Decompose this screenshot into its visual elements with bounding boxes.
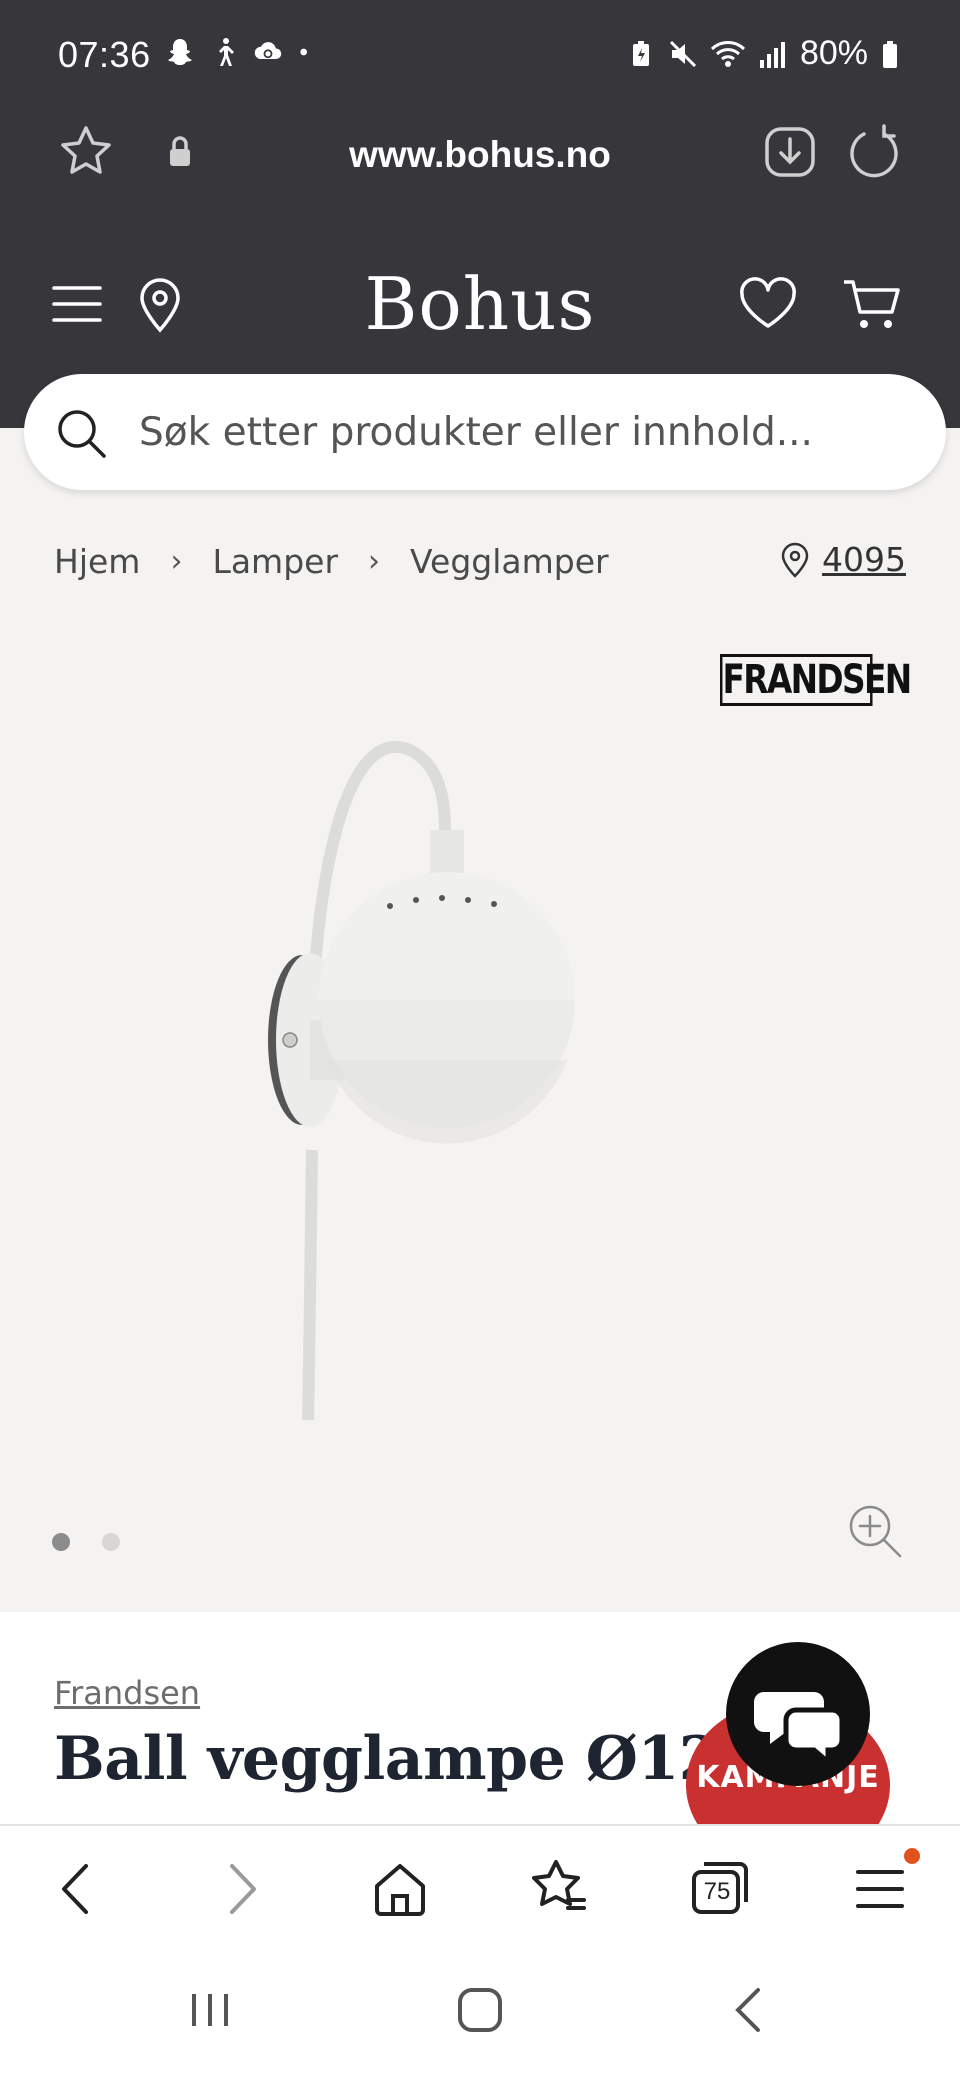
home-icon[interactable] (365, 1854, 435, 1924)
browser-url-bar: www.bohus.no (0, 112, 960, 232)
signal-icon (759, 41, 785, 68)
bookmarks-icon[interactable] (524, 1854, 594, 1924)
breadcrumb-home[interactable]: Hjem (54, 542, 140, 581)
system-nav-bar (0, 1950, 960, 2080)
status-bar: 07:36 80% (0, 0, 960, 112)
chat-button[interactable] (726, 1642, 870, 1786)
cart-icon[interactable] (840, 272, 904, 336)
brand-logo: FRANDSEN (720, 654, 912, 706)
pager-dot-2[interactable] (102, 1533, 120, 1551)
status-time: 07:36 (58, 34, 151, 75)
breadcrumb: Hjem › Lamper › Vegglamper (54, 542, 609, 581)
store-selector[interactable]: 4095 (778, 540, 906, 579)
battery-icon (883, 40, 897, 68)
heart-icon[interactable] (736, 272, 800, 336)
tabs-button[interactable]: 75 (684, 1854, 754, 1924)
product-image[interactable] (240, 730, 720, 1430)
product-title: Ball vegglampe Ø12 (54, 1724, 720, 1794)
breadcrumb-vegglamper[interactable]: Vegglamper (410, 542, 609, 581)
dot-icon (300, 48, 307, 56)
battery-saver-icon (632, 40, 649, 66)
pager-dot-1[interactable] (52, 1533, 70, 1551)
cloud-sync-icon (254, 42, 282, 60)
system-back-icon[interactable] (720, 1980, 780, 2040)
search-input[interactable] (139, 398, 919, 466)
status-left-icons (165, 36, 317, 68)
image-pager (52, 1533, 120, 1551)
search-icon (58, 410, 106, 458)
system-home-icon[interactable] (450, 1980, 510, 2040)
wifi-icon (710, 40, 745, 67)
site-logo[interactable]: Bohus (0, 262, 960, 346)
store-code[interactable]: 4095 (822, 540, 906, 579)
battery-percent: 80% (799, 34, 868, 72)
browser-bottom-nav: 75 (0, 1824, 960, 1950)
download-icon[interactable] (760, 122, 820, 182)
forward-icon[interactable] (206, 1854, 276, 1924)
breadcrumb-separator: › (170, 544, 183, 579)
breadcrumb-lamper[interactable]: Lamper (212, 542, 338, 581)
status-right-icons: 80% (626, 34, 900, 73)
chat-bubbles-icon (754, 1692, 845, 1768)
recent-apps-icon[interactable] (180, 1980, 240, 2040)
tab-count: 75 (703, 1878, 731, 1905)
zoom-in-icon[interactable] (846, 1502, 904, 1560)
search-bar[interactable] (24, 374, 946, 490)
mute-icon (669, 40, 696, 67)
snapchat-icon (168, 39, 192, 65)
reload-icon[interactable] (844, 122, 904, 182)
notification-dot (904, 1848, 920, 1864)
browser-menu-icon[interactable] (846, 1854, 916, 1924)
store-location-icon (781, 542, 809, 578)
breadcrumb-separator: › (368, 544, 381, 579)
brand-link[interactable]: Frandsen (54, 1674, 200, 1712)
back-icon[interactable] (42, 1854, 112, 1924)
walking-icon (219, 38, 234, 66)
